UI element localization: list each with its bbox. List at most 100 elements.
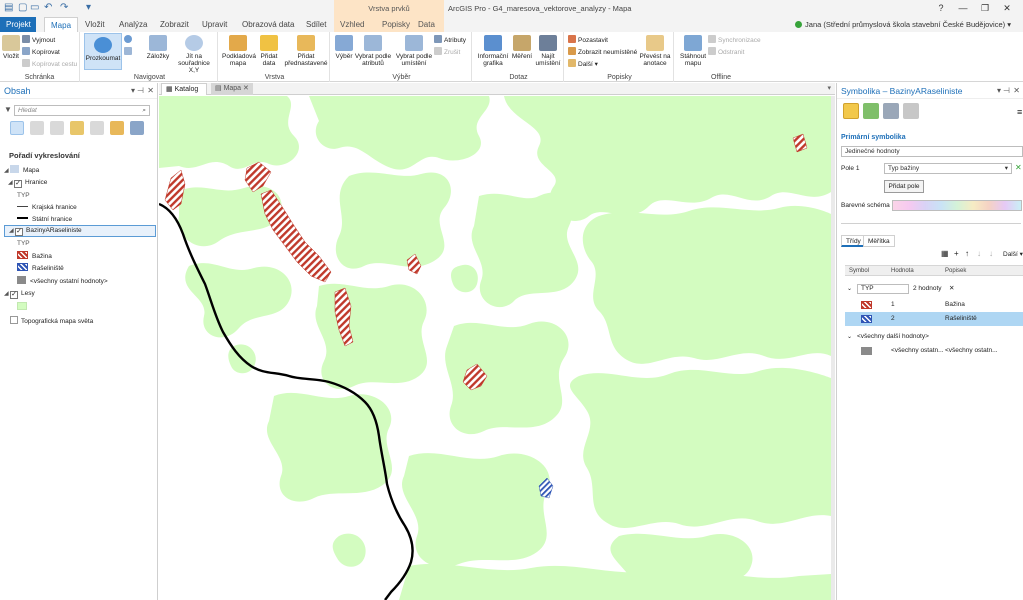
symbol-layer-drawing-icon[interactable] [883,103,899,119]
customize-qat-icon[interactable]: ▾ [86,2,91,13]
tab-scales[interactable]: Měřítka [863,235,895,247]
visibility-checkbox[interactable] [10,316,18,324]
map-view[interactable] [159,96,831,600]
advanced-symbology-icon[interactable] [903,103,919,119]
minimize-button[interactable]: — [952,0,974,17]
list-by-data-source-icon[interactable] [30,121,44,135]
tab-data[interactable]: Data [412,17,444,32]
collapse-icon[interactable]: ⌄ [847,330,852,344]
tab-appearance[interactable]: Vzhled [334,17,376,32]
other-values-row[interactable]: <všechny ostatn... <všechny ostatn... [845,344,1023,358]
class-row[interactable]: 2 Rašeliniště [845,312,1023,326]
add-field-button[interactable]: Přidat pole [884,180,924,193]
contents-pin-icon[interactable]: ⊣ [137,83,144,99]
select-button[interactable]: Výběr [334,35,354,60]
unplaced-labels-button[interactable]: Zobrazit neumístěné [568,47,637,56]
tab-map-view[interactable]: ▤ Mapa ✕ [211,83,253,95]
group-field-input[interactable]: TYP [857,284,909,294]
help-button[interactable]: ? [930,0,952,17]
view-tabs-dropdown-icon[interactable]: ▾ [827,84,831,92]
contents-close-icon[interactable]: ✕ [147,83,154,99]
more-menu[interactable]: Další ▾ [1003,250,1023,258]
other-label[interactable]: <všechny ostatn... [945,344,998,358]
list-by-editing-icon[interactable] [70,121,84,135]
tab-share[interactable]: Sdílet [300,17,332,32]
search-icon[interactable]: ⌕ [142,106,146,115]
redo-icon[interactable]: ↷ [60,2,68,13]
group-row[interactable]: ⌄ TYP 2 hodnoty ✕ [845,282,1023,296]
class-row[interactable]: 1 Bažina [845,298,1023,312]
toc-layer-baziny[interactable]: ◢ ✓ BazinyARaseliniste [4,225,156,237]
explore-button[interactable]: Prozkoumat [84,33,122,70]
add-data-button[interactable]: Přidat data [256,35,282,67]
tab-labeling[interactable]: Popisky [376,17,412,32]
bazina-symbol[interactable] [861,301,872,309]
map-canvas[interactable] [159,96,831,600]
locate-button[interactable]: Najít umístění [534,35,562,67]
select-by-attributes-button[interactable]: Vybrat podle atributů [354,35,392,67]
raseliniste-symbol[interactable] [861,315,872,323]
symbology-menu-icon[interactable]: ▾ [997,83,1001,99]
collapse-icon[interactable]: ⌄ [847,282,852,296]
attributes-button[interactable]: Atributy [434,35,466,44]
maximize-button[interactable]: ❐ [974,0,996,17]
toc-layer-topo[interactable]: Topografická mapa světa [10,316,93,325]
select-by-location-button[interactable]: Vybrat podle umístění [394,35,434,67]
close-button[interactable]: ✕ [996,0,1018,17]
symbology-method-select[interactable]: Jedinečné hodnoty [841,146,1023,157]
new-project-icon[interactable]: ▢ [18,2,27,13]
toc-layer-lesy[interactable]: ◢ ✓ Lesy [4,290,35,299]
filter-icon[interactable]: ▼ [4,105,12,114]
sync-button[interactable]: Synchronizace [708,35,761,44]
clear-selection-button[interactable]: Zrušit [434,47,460,56]
pause-labels-button[interactable]: Pozastavit [568,35,608,44]
fixed-zoom-icon[interactable] [124,47,134,56]
map-scrollbar[interactable] [831,96,835,600]
list-by-charts-icon[interactable] [130,121,144,135]
move-last-icon[interactable]: ↓ [989,249,993,258]
tab-project[interactable]: Projekt [0,17,36,32]
full-extent-icon[interactable] [124,35,134,44]
symbology-pin-icon[interactable]: ⊣ [1003,83,1010,99]
tab-map[interactable]: Mapa [44,17,79,32]
user-account[interactable]: Jana (Střední průmyslová škola stavební … [795,17,1011,32]
list-by-snapping-icon[interactable] [90,121,104,135]
tab-edit[interactable]: Upravit [196,17,233,32]
vary-symbology-icon[interactable] [863,103,879,119]
visibility-checkbox[interactable]: ✓ [15,228,23,236]
other-symbol[interactable] [861,347,872,355]
class-label[interactable]: Rašeliniště [945,312,977,326]
remove-offline-button[interactable]: Odstranit [708,47,744,56]
open-project-icon[interactable]: ▭ [30,2,39,13]
add-preset-button[interactable]: Přidat přednastavené [284,35,328,67]
cut-button[interactable]: Vyjmout [22,35,55,44]
primary-symbology-icon[interactable] [843,103,859,119]
symbology-close-icon[interactable]: ✕ [1013,83,1020,99]
undo-icon[interactable]: ↶ [44,2,52,13]
bookmarks-button[interactable]: Záložky [144,35,172,60]
copy-path-button[interactable]: Kopírovat cestu [22,59,77,68]
toc-map[interactable]: ◢ Mapa [4,165,39,174]
move-down-icon[interactable]: ↓ [977,249,981,258]
field1-select[interactable]: Typ bažiny ▾ [884,163,1012,174]
other-values-header[interactable]: ⌄ <všechny další hodnoty> [845,330,1023,344]
tab-imagery[interactable]: Obrazová data [236,17,300,32]
more-labeling-button[interactable]: Další ▾ [568,59,598,68]
measure-button[interactable]: Měření [510,35,534,60]
tab-insert[interactable]: Vložit [79,17,111,32]
paste-button[interactable]: Vložit [2,35,20,60]
move-up-icon[interactable]: ↑ [965,249,969,258]
close-map-tab-icon[interactable]: ✕ [243,85,249,92]
add-class-icon[interactable]: + [954,249,959,258]
download-map-button[interactable]: Stáhnout mapu [678,35,708,67]
app-menu-icon[interactable]: ▤ [4,2,13,13]
class-label[interactable]: Bažina [945,298,965,312]
convert-to-annotation-button[interactable]: Převést na anotace [638,35,672,67]
more-options-icon[interactable]: ▦ [941,249,949,258]
symbology-options-icon[interactable]: ≡ [1017,107,1022,117]
contents-search-input[interactable]: Hledat ⌕ [14,105,150,116]
list-by-drawing-order-icon[interactable] [10,121,24,135]
basemap-button[interactable]: Podkladová mapa [222,35,256,67]
toc-layer-hranice[interactable]: ◢ ✓ Hranice [8,179,47,188]
remove-group-icon[interactable]: ✕ [949,282,954,296]
